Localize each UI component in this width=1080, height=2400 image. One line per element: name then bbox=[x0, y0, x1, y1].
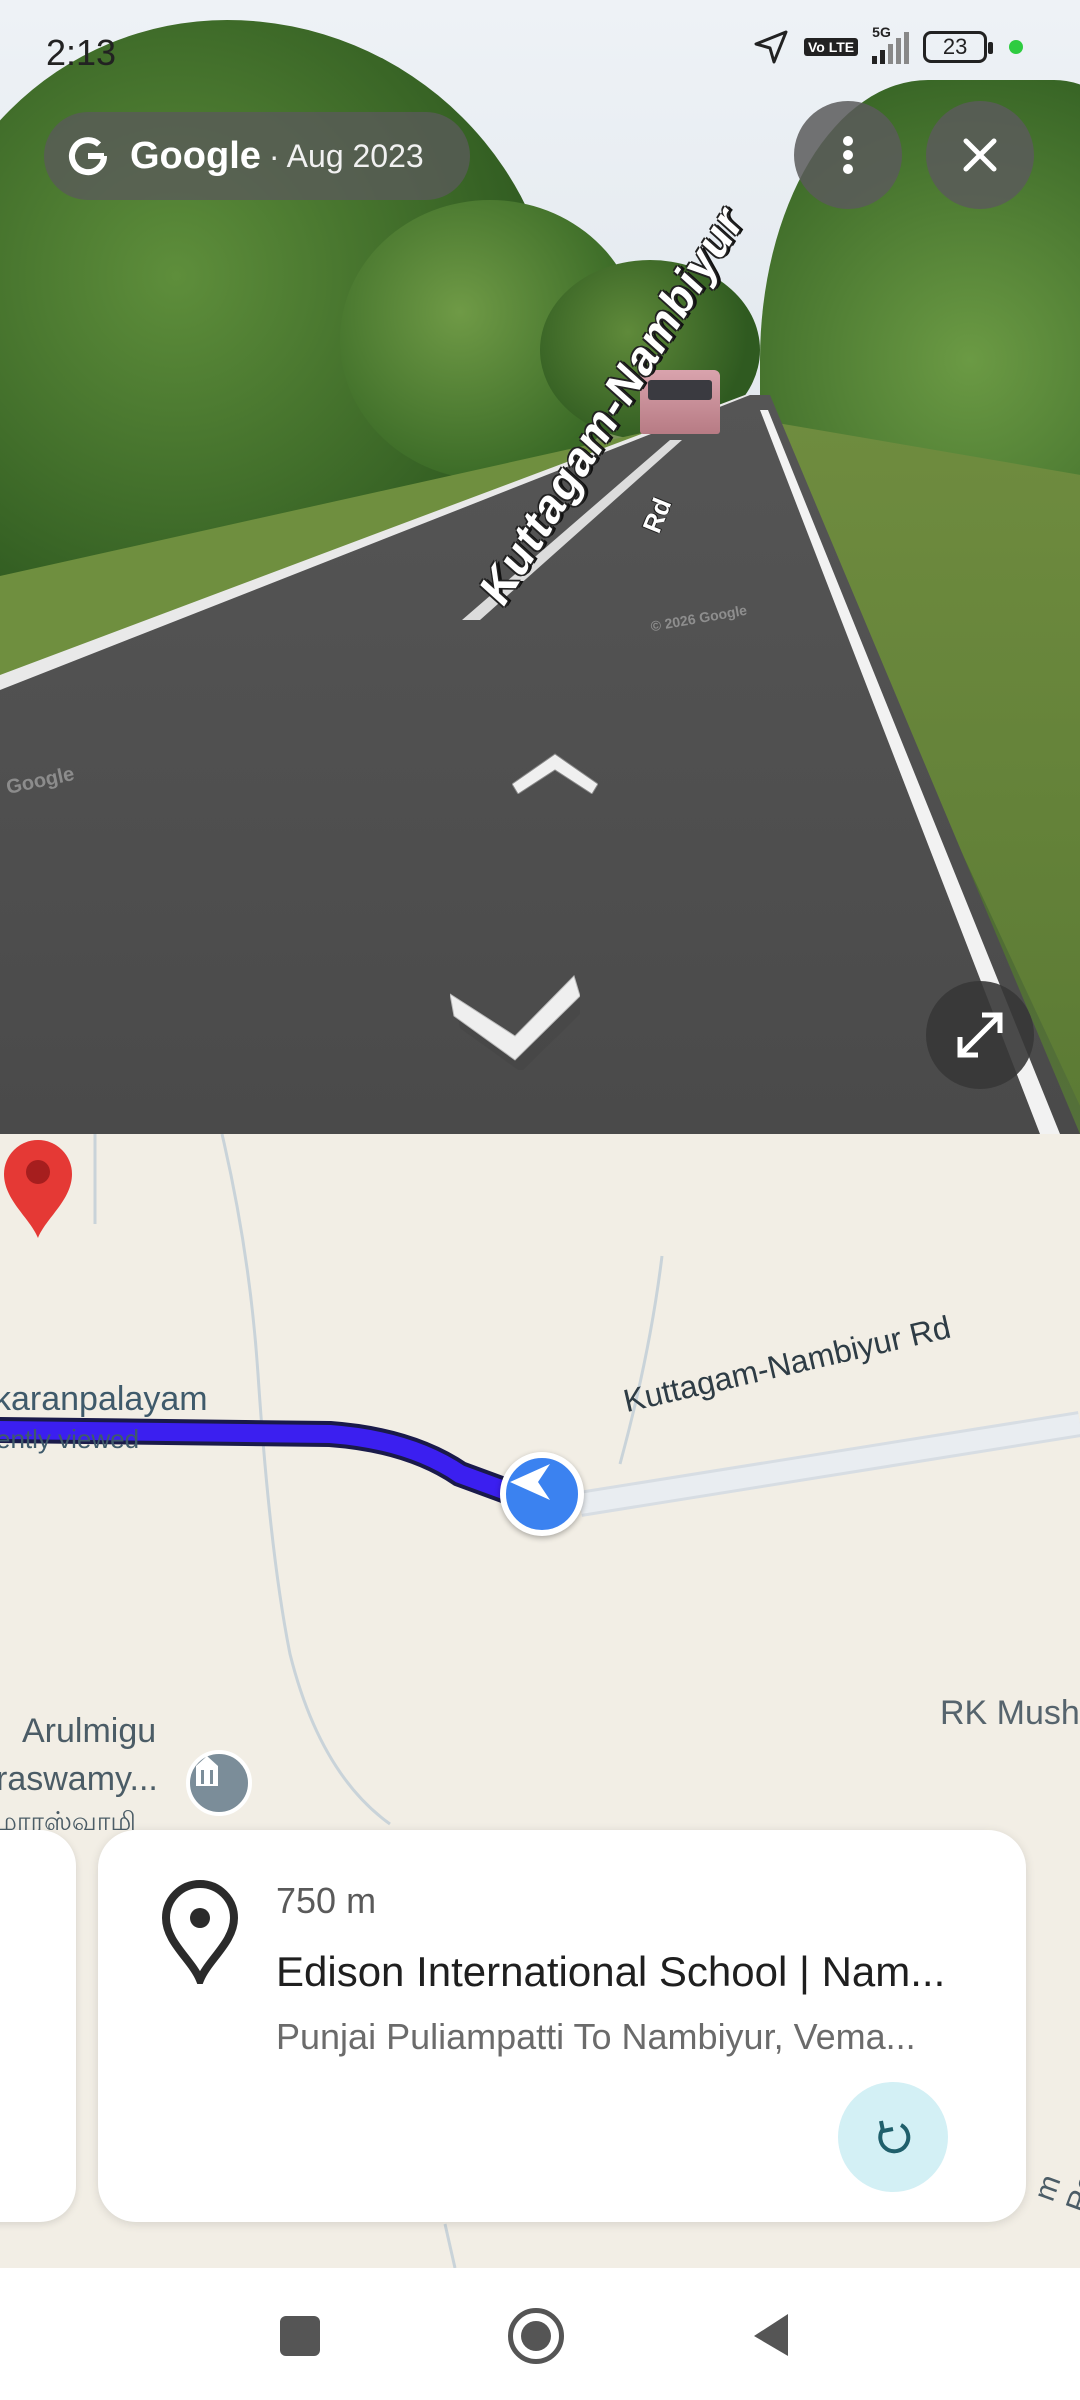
chevron-down-icon[interactable] bbox=[450, 970, 580, 1070]
place-label-rk[interactable]: RK Mush bbox=[940, 1694, 1080, 1733]
google-g-icon bbox=[69, 137, 108, 176]
place-label-karanpalayam[interactable]: karanpalayam bbox=[0, 1380, 208, 1419]
location-arrow-icon bbox=[754, 30, 788, 64]
imagery-attribution[interactable]: Google · Aug 2023 bbox=[44, 112, 470, 200]
temple-glyph bbox=[196, 1756, 218, 1786]
place-distance: 750 m bbox=[276, 1880, 377, 1921]
status-icons: Vo LTE 5G 23 bbox=[752, 24, 1024, 66]
current-location-arrow[interactable] bbox=[500, 1452, 584, 1536]
more-vertical-icon bbox=[843, 136, 853, 174]
close-button[interactable] bbox=[926, 101, 1034, 209]
status-time: 2:13 bbox=[46, 32, 117, 73]
place-title: Edison International School | Nam... bbox=[276, 1948, 946, 1995]
signal-strength-icon: 5G bbox=[872, 24, 910, 64]
refresh-button[interactable] bbox=[838, 2082, 948, 2192]
expand-fullscreen-button[interactable] bbox=[926, 981, 1034, 1089]
back-triangle-icon[interactable] bbox=[750, 2312, 790, 2358]
location-pin-icon bbox=[161, 1880, 239, 1984]
volte-badge: Vo LTE bbox=[804, 38, 859, 56]
place-address: Punjai Puliampatti To Nambiyur, Vema... bbox=[276, 2016, 916, 2057]
privacy-indicator-dot bbox=[1009, 40, 1024, 54]
status-bar: 2:13 Vo LTE 5G 23 bbox=[0, 0, 1080, 100]
expand-icon bbox=[957, 1012, 1003, 1058]
battery-indicator: 23 bbox=[923, 31, 994, 63]
network-type: 5G bbox=[872, 24, 891, 40]
map-pin-icon[interactable] bbox=[0, 1134, 76, 1240]
navigation-arrow-icon bbox=[510, 1464, 550, 1500]
attribution-date: · Aug 2023 bbox=[268, 137, 424, 174]
refresh-icon bbox=[878, 2120, 911, 2154]
close-icon bbox=[963, 138, 997, 172]
recently-viewed-label: ently viewed bbox=[0, 1424, 140, 1454]
place-card[interactable]: 750 m Edison International School | Nam.… bbox=[98, 1830, 1026, 2222]
street-view-panorama[interactable]: Kuttagam-Nambiyur Rd Google © 2026 Googl… bbox=[0, 0, 1080, 1134]
temple-label-line1[interactable]: Arulmigu bbox=[22, 1712, 156, 1751]
previous-place-card[interactable] bbox=[0, 1830, 76, 2222]
attribution-brand: Google bbox=[130, 134, 261, 177]
home-circle-icon[interactable] bbox=[508, 2308, 564, 2364]
chevron-up-icon[interactable] bbox=[512, 748, 598, 794]
more-options-button[interactable] bbox=[794, 101, 902, 209]
recents-square-icon[interactable] bbox=[280, 2316, 320, 2356]
system-navigation-bar bbox=[0, 2268, 1080, 2400]
temple-label-line2[interactable]: raswamy... bbox=[0, 1760, 158, 1799]
temple-icon[interactable] bbox=[186, 1750, 252, 1816]
